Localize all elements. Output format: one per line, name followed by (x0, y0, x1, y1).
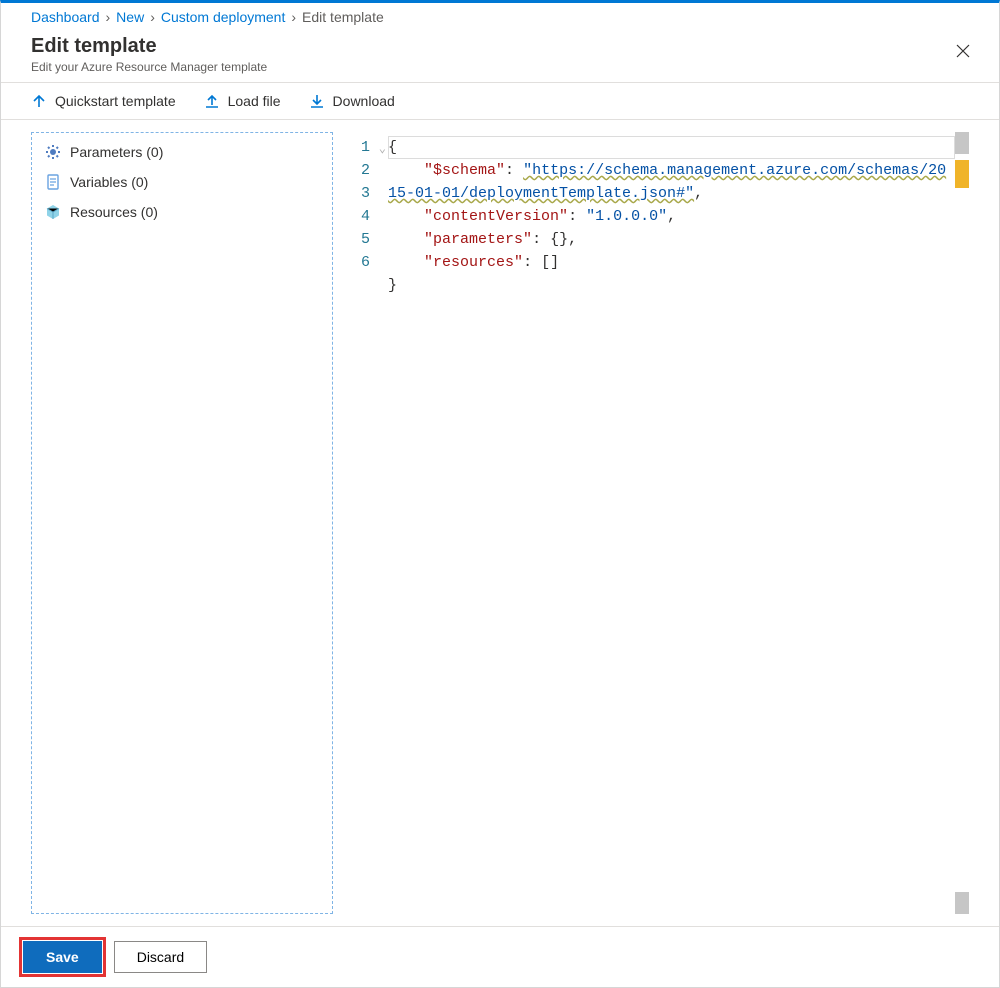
tree-label: Resources (0) (70, 204, 158, 220)
line-gutter: 1 2 3 4 5 6 ⌄ (353, 132, 388, 914)
close-button[interactable] (947, 35, 979, 67)
page-subtitle: Edit your Azure Resource Manager templat… (31, 60, 981, 74)
tree-label: Parameters (0) (70, 144, 163, 160)
line-number: 3 (361, 182, 370, 205)
code-editor[interactable]: 1 2 3 4 5 6 ⌄ { "$schema": "https://sche… (353, 132, 979, 914)
line-number: 2 (361, 159, 370, 182)
cursor-line (388, 136, 955, 159)
close-icon (955, 43, 971, 59)
line-number: 5 (361, 228, 370, 251)
chevron-right-icon: › (291, 9, 296, 25)
scrollbar-marker (955, 160, 969, 188)
download-icon (309, 93, 325, 109)
content-area: Parameters (0) Variables (0) Resources (… (1, 120, 999, 926)
page-header: Edit template Edit your Azure Resource M… (1, 35, 999, 83)
toolbar-label: Load file (228, 93, 281, 109)
cube-icon (44, 203, 62, 221)
breadcrumb-dashboard[interactable]: Dashboard (31, 9, 100, 25)
fold-chevron-icon[interactable]: ⌄ (379, 138, 386, 161)
toolbar: Quickstart template Load file Download (1, 83, 999, 120)
page-title: Edit template (31, 35, 981, 58)
breadcrumb: Dashboard › New › Custom deployment › Ed… (1, 3, 999, 35)
document-icon (44, 173, 62, 191)
scrollbar-thumb[interactable] (955, 892, 969, 914)
toolbar-label: Quickstart template (55, 93, 176, 109)
line-number: 6 (361, 251, 370, 274)
template-tree: Parameters (0) Variables (0) Resources (… (31, 132, 333, 914)
breadcrumb-custom-deployment[interactable]: Custom deployment (161, 9, 286, 25)
upload-icon (204, 93, 220, 109)
tree-item-parameters[interactable]: Parameters (0) (32, 137, 332, 167)
toolbar-label: Download (333, 93, 395, 109)
line-number: 1 (361, 136, 370, 159)
tree-item-variables[interactable]: Variables (0) (32, 167, 332, 197)
download-button[interactable]: Download (309, 93, 395, 109)
discard-button[interactable]: Discard (114, 941, 207, 973)
breadcrumb-new[interactable]: New (116, 9, 144, 25)
chevron-right-icon: › (106, 9, 111, 25)
editor-scrollbar[interactable] (955, 132, 969, 914)
load-file-button[interactable]: Load file (204, 93, 281, 109)
code-body[interactable]: { "$schema": "https://schema.management.… (388, 132, 955, 914)
tree-label: Variables (0) (70, 174, 148, 190)
arrow-up-icon (31, 93, 47, 109)
tree-item-resources[interactable]: Resources (0) (32, 197, 332, 227)
save-button[interactable]: Save (23, 941, 102, 973)
gear-icon (44, 143, 62, 161)
scrollbar-thumb[interactable] (955, 132, 969, 154)
chevron-right-icon: › (150, 9, 155, 25)
breadcrumb-current: Edit template (302, 9, 384, 25)
quickstart-template-button[interactable]: Quickstart template (31, 93, 176, 109)
footer: Save Discard (1, 926, 999, 987)
line-number: 4 (361, 205, 370, 228)
